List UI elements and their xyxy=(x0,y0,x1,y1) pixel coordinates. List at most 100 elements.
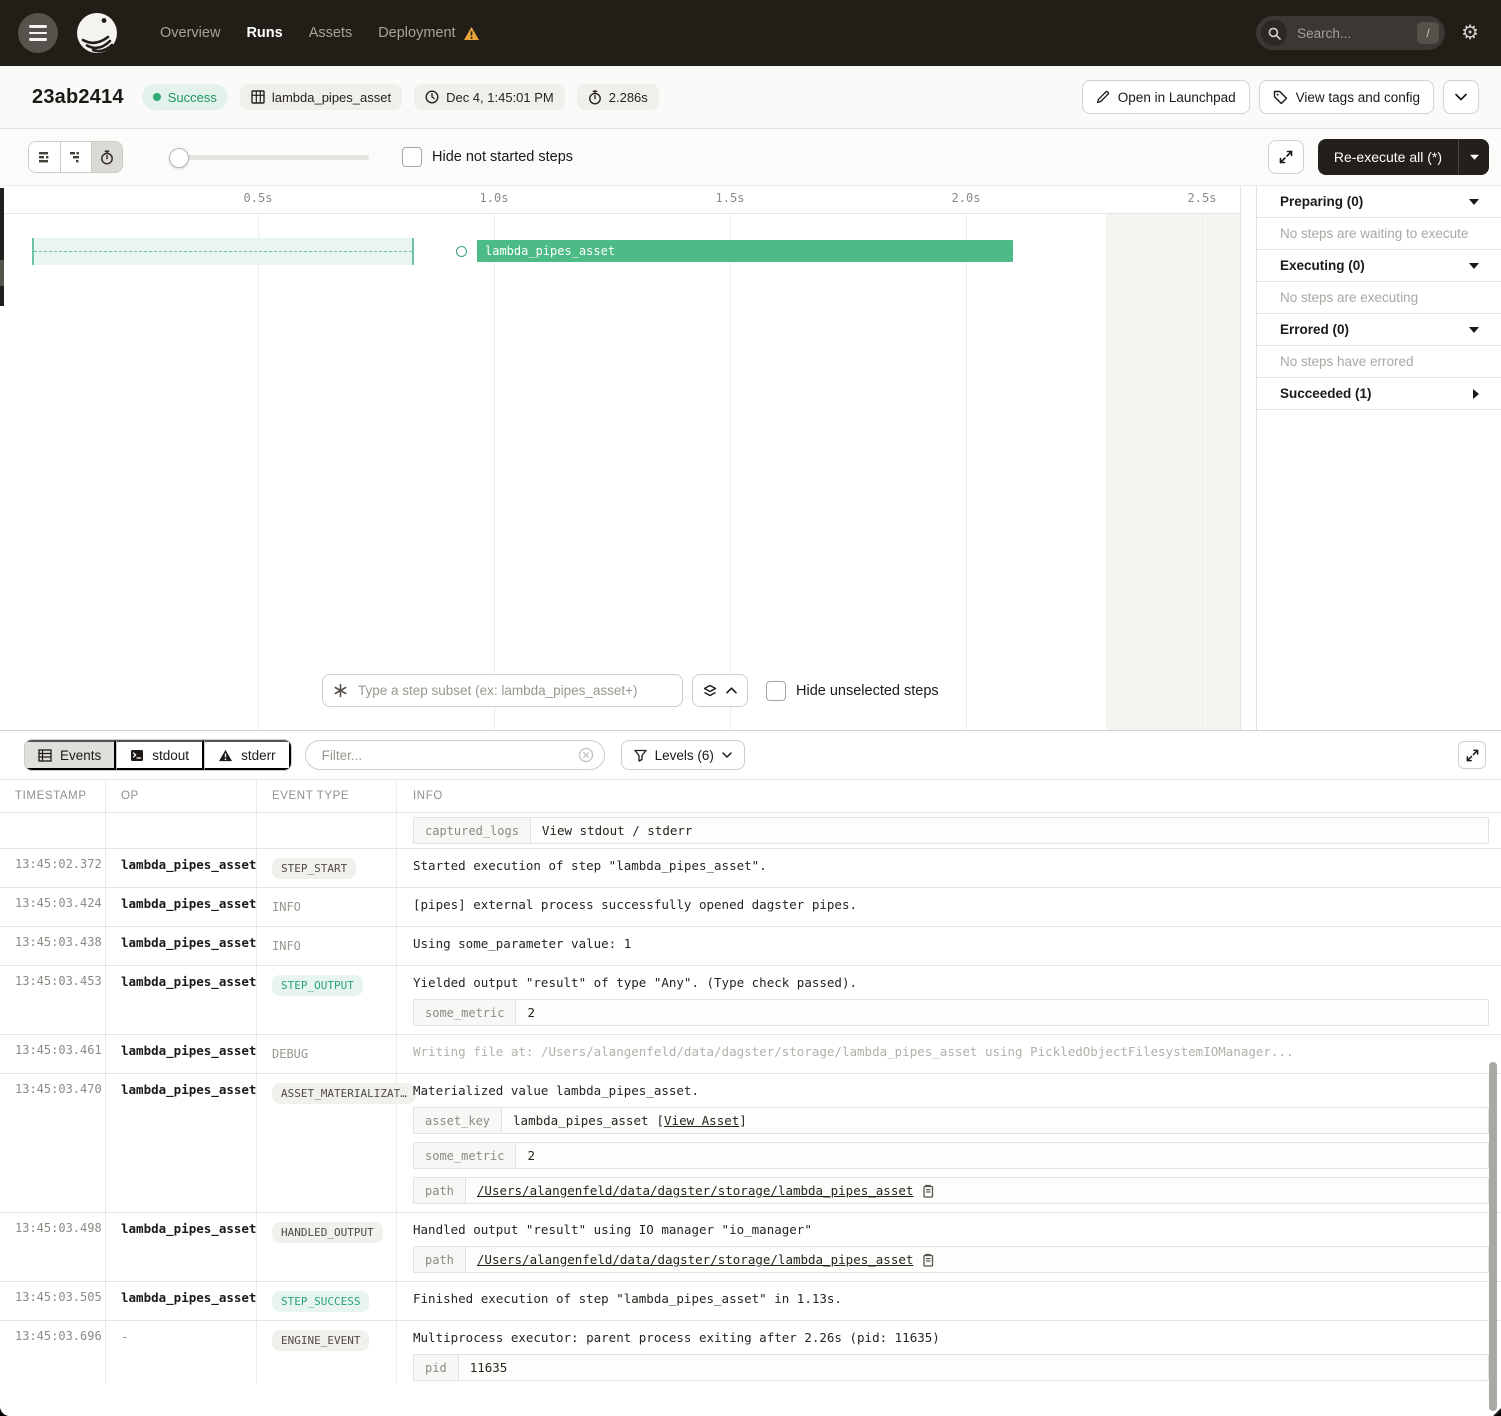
step-subset-input[interactable] xyxy=(356,682,672,699)
logs-scrollbar-thumb[interactable] xyxy=(1489,1062,1497,1411)
levels-filter-button[interactable]: Levels (6) xyxy=(621,740,745,770)
nav-item-label: Runs xyxy=(246,25,282,41)
axis-gridline xyxy=(1202,214,1203,731)
logs-table-body: captured_logsView stdout / stderr 13:45:0… xyxy=(0,813,1501,1383)
axis-tick-label: 0.5s xyxy=(244,191,273,205)
slider-handle[interactable] xyxy=(169,148,189,168)
log-op: lambda_pipes_asset xyxy=(106,888,257,926)
log-info: [pipes] external process successfully op… xyxy=(397,888,1501,926)
expand-icon xyxy=(1279,150,1293,164)
tab-stderr[interactable]: stderr xyxy=(204,740,291,770)
hide-unselected-control: Hide unselected steps xyxy=(766,681,939,701)
copy-icon[interactable] xyxy=(921,1184,934,1198)
log-timestamp xyxy=(0,813,106,848)
log-timestamp: 13:45:03.505 xyxy=(0,1282,106,1320)
clear-filter-icon[interactable] xyxy=(578,747,594,763)
event-type-badge: ENGINE_EVENT xyxy=(272,1330,369,1351)
sidebar-section-preparing[interactable]: Preparing (0) xyxy=(1257,186,1501,218)
apply-subset-button[interactable] xyxy=(692,674,748,707)
column-header-timestamp: TIMESTAMP xyxy=(0,780,106,812)
nav-item-assets[interactable]: Assets xyxy=(309,25,353,41)
log-event-type: DEBUG xyxy=(257,1035,397,1073)
log-info: Finished execution of step "lambda_pipes… xyxy=(397,1282,1501,1320)
sidebar-empty-text: No steps are waiting to execute xyxy=(1280,226,1468,241)
log-info-text: Handled output "result" using IO manager… xyxy=(413,1221,1489,1238)
waterfall-view-button[interactable] xyxy=(60,142,91,172)
metadata-value: /Users/alangenfeld/data/dagster/storage/… xyxy=(466,1247,1488,1272)
dagster-logo[interactable] xyxy=(76,12,118,54)
gear-icon[interactable]: ⚙ xyxy=(1461,23,1479,43)
gantt-step-bar[interactable]: lambda_pipes_asset xyxy=(477,240,1013,262)
reexecute-all-button[interactable]: Re-execute all (*) xyxy=(1318,139,1458,175)
log-op: - xyxy=(106,1321,257,1383)
duration-tag: 2.286s xyxy=(577,84,659,110)
step-subset-field[interactable] xyxy=(322,674,683,707)
global-search[interactable]: / xyxy=(1256,16,1445,50)
flat-view-button[interactable] xyxy=(29,142,60,172)
hide-not-started-checkbox[interactable] xyxy=(402,147,422,167)
logs-toolbar: Events stdoutstderr Levels (6) xyxy=(0,731,1501,779)
chevron-down-icon xyxy=(1455,93,1467,101)
metadata-value-link[interactable]: /Users/alangenfeld/data/dagster/storage/… xyxy=(477,1252,914,1267)
view-tags-config-button[interactable]: View tags and config xyxy=(1259,80,1434,114)
log-event-type: HANDLED_OUTPUT xyxy=(257,1213,397,1281)
run-actions-menu-button[interactable] xyxy=(1443,80,1479,114)
metadata-key: some_metric xyxy=(414,1000,516,1025)
log-op: lambda_pipes_asset xyxy=(106,1213,257,1281)
stopwatch-icon xyxy=(588,90,602,105)
search-shortcut-key: / xyxy=(1417,22,1439,44)
metadata-value-link[interactable]: /Users/alangenfeld/data/dagster/storage/… xyxy=(477,1183,914,1198)
caret-down-icon xyxy=(1470,154,1479,160)
logs-expand-button[interactable] xyxy=(1458,741,1486,769)
logs-filter-field[interactable] xyxy=(305,740,605,770)
primary-nav: Overview Runs Assets Deployment xyxy=(160,25,480,41)
nav-item-deployment[interactable]: Deployment xyxy=(378,25,479,41)
sidebar-section-errored[interactable]: Errored (0) xyxy=(1257,314,1501,346)
sidebar-section-executing[interactable]: Executing (0) xyxy=(1257,250,1501,282)
status-badge: Success xyxy=(142,84,228,110)
view-asset-link[interactable]: View Asset xyxy=(664,1113,739,1128)
sidebar-section-succeeded[interactable]: Succeeded (1) xyxy=(1257,378,1501,410)
nav-item-overview[interactable]: Overview xyxy=(160,25,220,41)
job-tag[interactable]: lambda_pipes_asset xyxy=(240,84,402,110)
tab-stdout[interactable]: stdout xyxy=(116,740,204,770)
gantt-step-label: lambda_pipes_asset xyxy=(477,244,615,258)
timed-view-button[interactable] xyxy=(91,142,122,172)
metadata-entry: captured_logsView stdout / stderr xyxy=(413,817,1489,844)
log-op: lambda_pipes_asset xyxy=(106,1035,257,1073)
hide-unselected-checkbox[interactable] xyxy=(766,681,786,701)
reexecute-menu-button[interactable] xyxy=(1458,139,1489,175)
log-timestamp: 13:45:03.438 xyxy=(0,927,106,965)
log-info: Started execution of step "lambda_pipes_… xyxy=(397,849,1501,887)
gantt-time-axis: 0.5s1.0s1.5s2.0s2.5s xyxy=(0,186,1240,214)
sidebar-empty-row: No steps have errored xyxy=(1257,346,1501,378)
metadata-value-text: View stdout / stderr xyxy=(542,823,693,838)
tab-events[interactable]: Events xyxy=(25,740,116,770)
event-type-badge: STEP_OUTPUT xyxy=(272,975,363,996)
axis-gridline xyxy=(258,214,259,731)
gantt-expand-button[interactable] xyxy=(1268,140,1304,174)
gantt-right-border xyxy=(1240,186,1241,731)
metadata-key: path xyxy=(414,1247,466,1272)
copy-icon[interactable] xyxy=(921,1253,934,1267)
metadata-value: /Users/alangenfeld/data/dagster/storage/… xyxy=(466,1178,1488,1203)
logs-filter-input[interactable] xyxy=(320,747,578,764)
log-timestamp: 13:45:03.453 xyxy=(0,966,106,1034)
step-subset-icon xyxy=(333,683,348,698)
tab-label: Events xyxy=(60,748,101,763)
log-event-type xyxy=(257,813,397,848)
gantt-scrollbar[interactable] xyxy=(0,188,4,306)
menu-button[interactable] xyxy=(18,13,58,53)
nav-item-runs[interactable]: Runs xyxy=(246,25,282,41)
metadata-key: asset_key xyxy=(414,1108,502,1133)
log-row: 13:45:03.470lambda_pipes_assetASSET_MATE… xyxy=(0,1074,1501,1213)
hide-not-started-control: Hide not started steps xyxy=(402,147,573,167)
gantt-zoom-slider[interactable] xyxy=(169,148,369,166)
search-icon xyxy=(1261,20,1287,46)
open-in-launchpad-button[interactable]: Open in Launchpad xyxy=(1082,80,1250,114)
search-input[interactable] xyxy=(1295,25,1417,42)
gantt-footer-controls: Hide unselected steps xyxy=(322,674,939,707)
caret-down-icon xyxy=(1469,199,1479,205)
metadata-entry: asset_keylambda_pipes_asset[View Asset] xyxy=(413,1107,1489,1134)
metadata-value-text: 11635 xyxy=(470,1360,508,1375)
